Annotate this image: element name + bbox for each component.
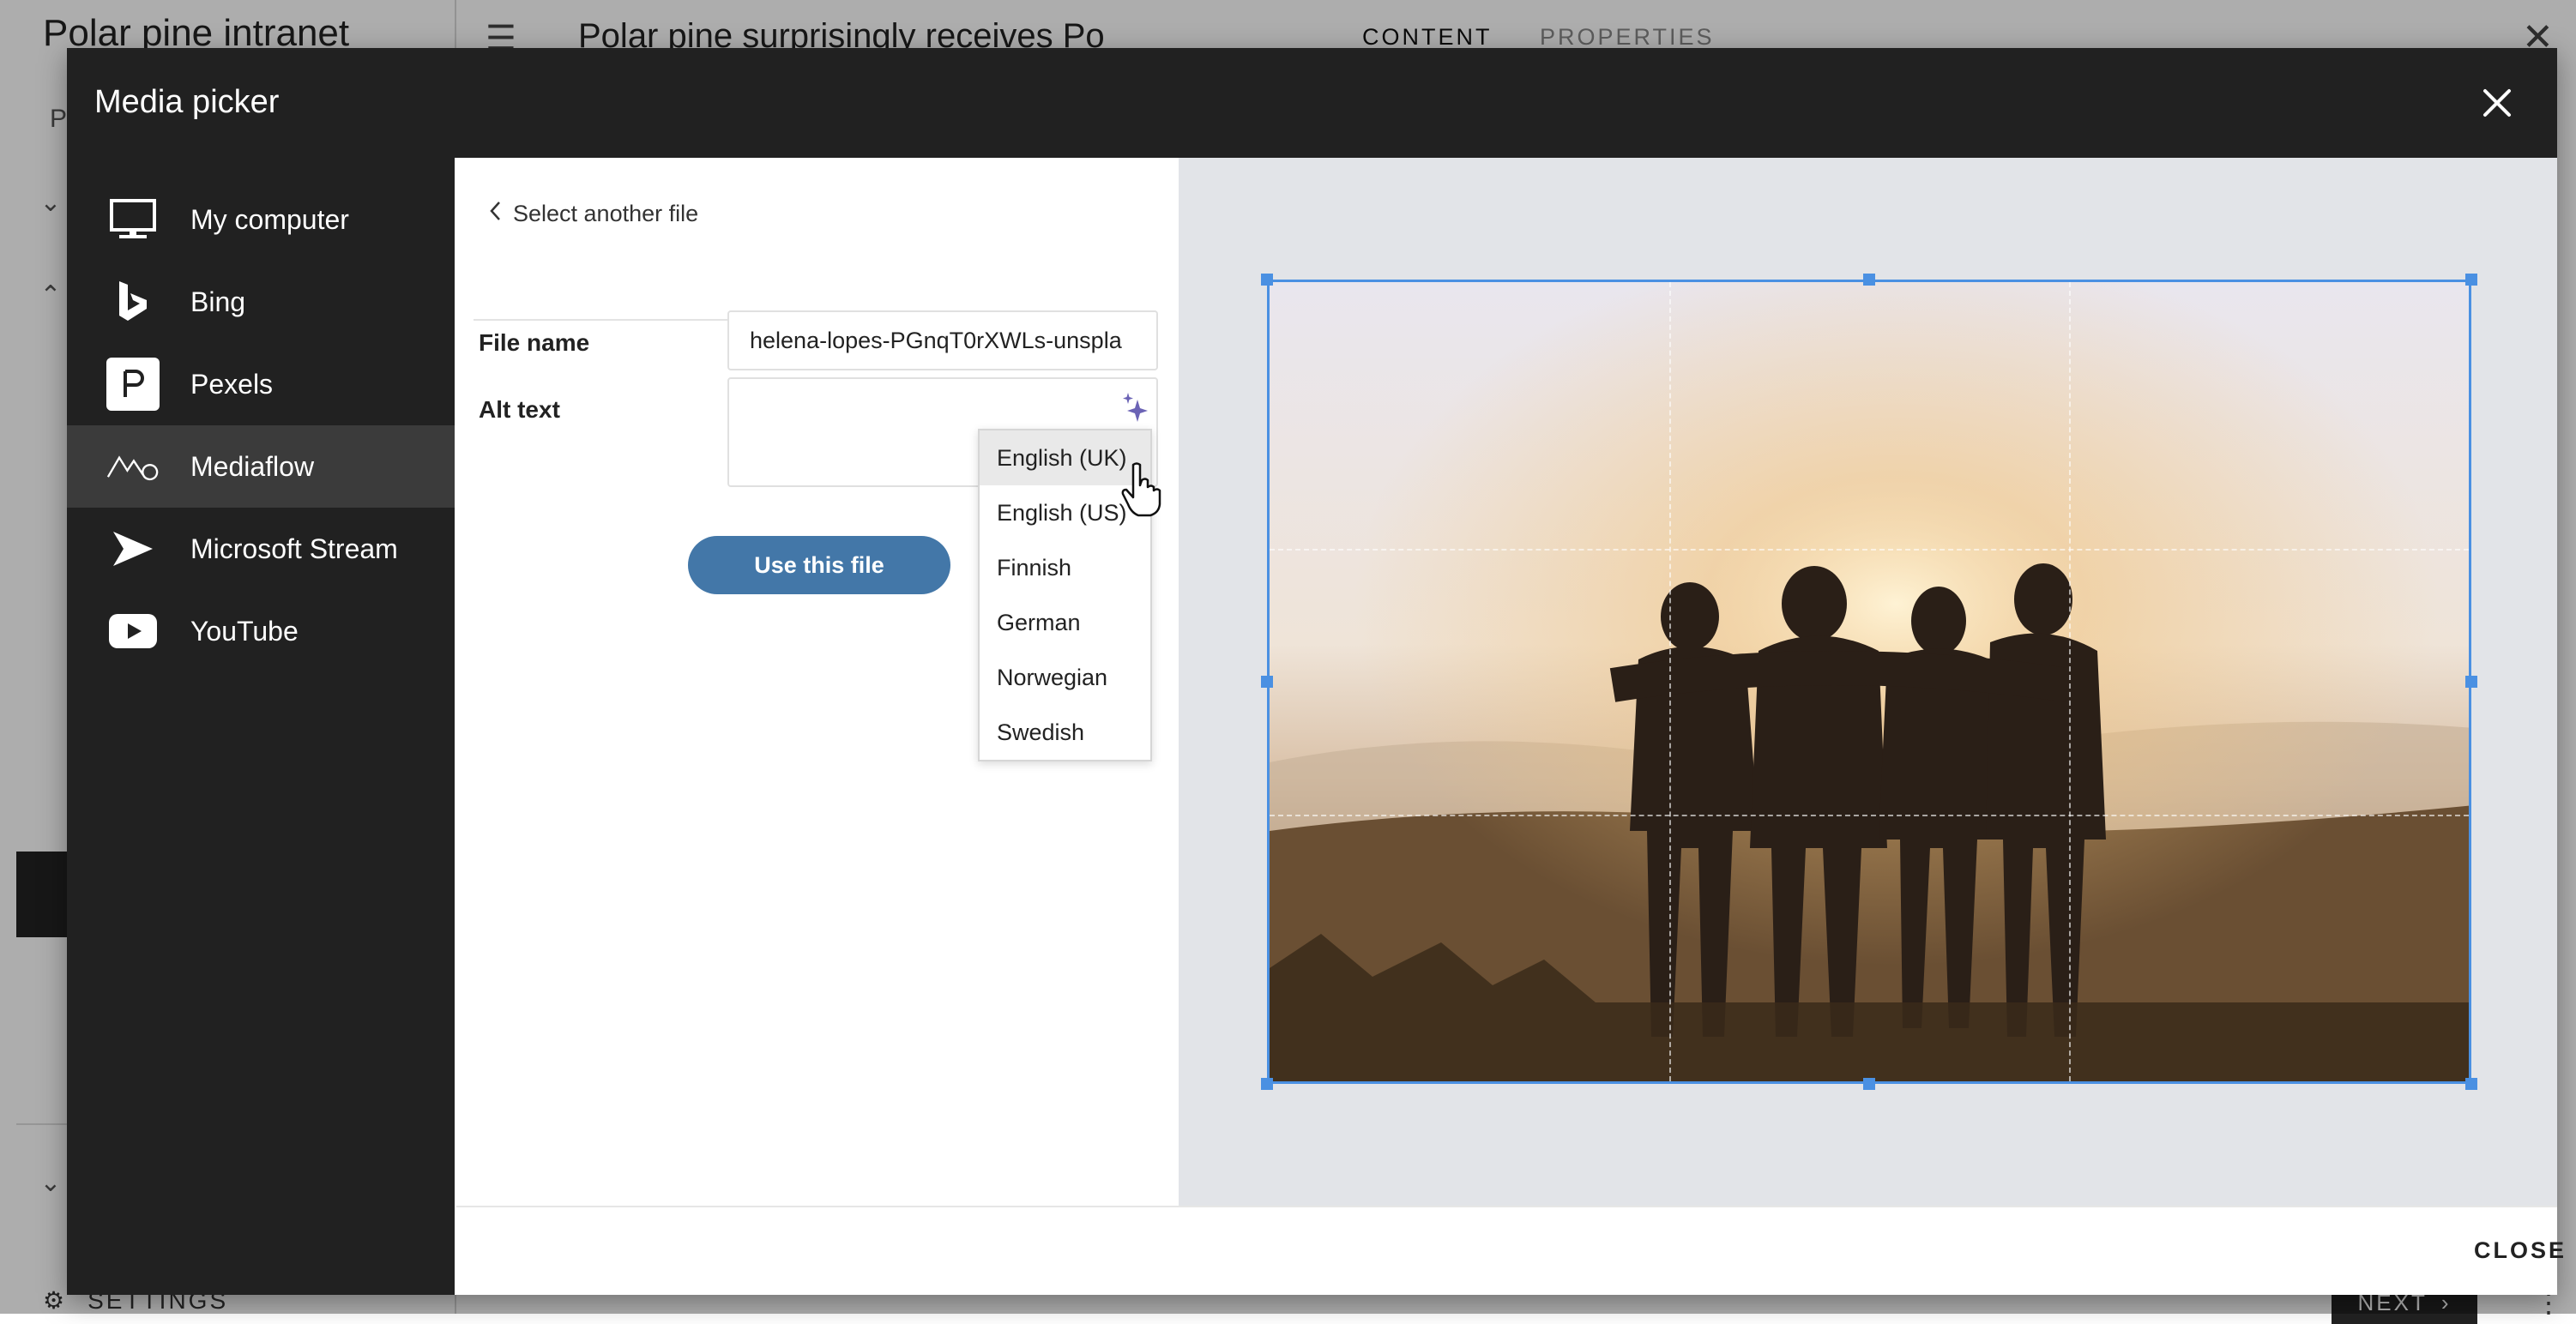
crop-handle-bottom-right[interactable] xyxy=(2465,1078,2477,1090)
source-label: Bing xyxy=(190,286,246,317)
close-icon[interactable] xyxy=(2475,81,2519,125)
source-item-bing[interactable]: Bing xyxy=(67,261,455,343)
hand-cursor-icon xyxy=(1119,461,1164,518)
back-link[interactable]: Select another file xyxy=(489,201,698,227)
file-name-label: File name xyxy=(479,329,590,356)
source-item-youtube[interactable]: YouTube xyxy=(67,590,455,672)
source-label: Mediaflow xyxy=(190,450,315,482)
crop-guide-line xyxy=(1270,815,2469,817)
file-name-input[interactable] xyxy=(727,310,1158,370)
use-this-file-button[interactable]: Use this file xyxy=(688,536,950,594)
footer-divider xyxy=(456,1206,2557,1207)
crop-handle-top-right[interactable] xyxy=(2465,274,2477,286)
dialog-header: Media picker xyxy=(67,48,2557,158)
dialog-title: Media picker xyxy=(94,84,280,120)
back-link-label: Select another file xyxy=(513,201,699,226)
crop-handle-bottom-left[interactable] xyxy=(1261,1078,1273,1090)
language-option-finnish[interactable]: Finnish xyxy=(980,540,1150,595)
stream-icon xyxy=(106,522,160,575)
monitor-icon xyxy=(106,193,160,246)
chevron-left-icon xyxy=(489,201,501,227)
preview-image xyxy=(1267,280,2471,1084)
ai-sparkle-icon[interactable] xyxy=(1120,391,1149,424)
crop-handle-top[interactable] xyxy=(1863,274,1875,286)
source-label: Microsoft Stream xyxy=(190,533,398,564)
source-label: My computer xyxy=(190,203,349,235)
crop-area[interactable] xyxy=(1261,274,2477,1090)
mediaflow-icon xyxy=(106,440,160,493)
source-label: YouTube xyxy=(190,615,299,647)
crop-handle-top-left[interactable] xyxy=(1261,274,1273,286)
bing-icon xyxy=(106,275,160,328)
source-sidebar: My computer Bing Pexels Mediaflow Micros… xyxy=(67,158,455,1295)
source-label: Pexels xyxy=(190,368,274,400)
close-button[interactable]: CLOSE xyxy=(2469,1237,2572,1265)
crop-guide-line xyxy=(1668,282,1671,1081)
crop-guide-line xyxy=(2068,282,2071,1081)
source-item-pexels[interactable]: Pexels xyxy=(67,343,455,425)
language-option-norwegian[interactable]: Norwegian xyxy=(980,650,1150,705)
alt-text-label: Alt text xyxy=(479,396,560,423)
source-item-microsoft-stream[interactable]: Microsoft Stream xyxy=(67,508,455,590)
crop-handle-right[interactable] xyxy=(2465,676,2477,688)
pexels-icon xyxy=(106,358,160,411)
crop-guide-line xyxy=(1270,548,2469,551)
language-option-swedish[interactable]: Swedish xyxy=(980,705,1150,760)
crop-handle-left[interactable] xyxy=(1261,676,1273,688)
source-item-mediaflow[interactable]: Mediaflow xyxy=(67,425,455,508)
crop-handle-bottom[interactable] xyxy=(1863,1078,1875,1090)
language-option-german[interactable]: German xyxy=(980,595,1150,650)
source-item-my-computer[interactable]: My computer xyxy=(67,178,455,261)
youtube-icon xyxy=(106,605,160,658)
